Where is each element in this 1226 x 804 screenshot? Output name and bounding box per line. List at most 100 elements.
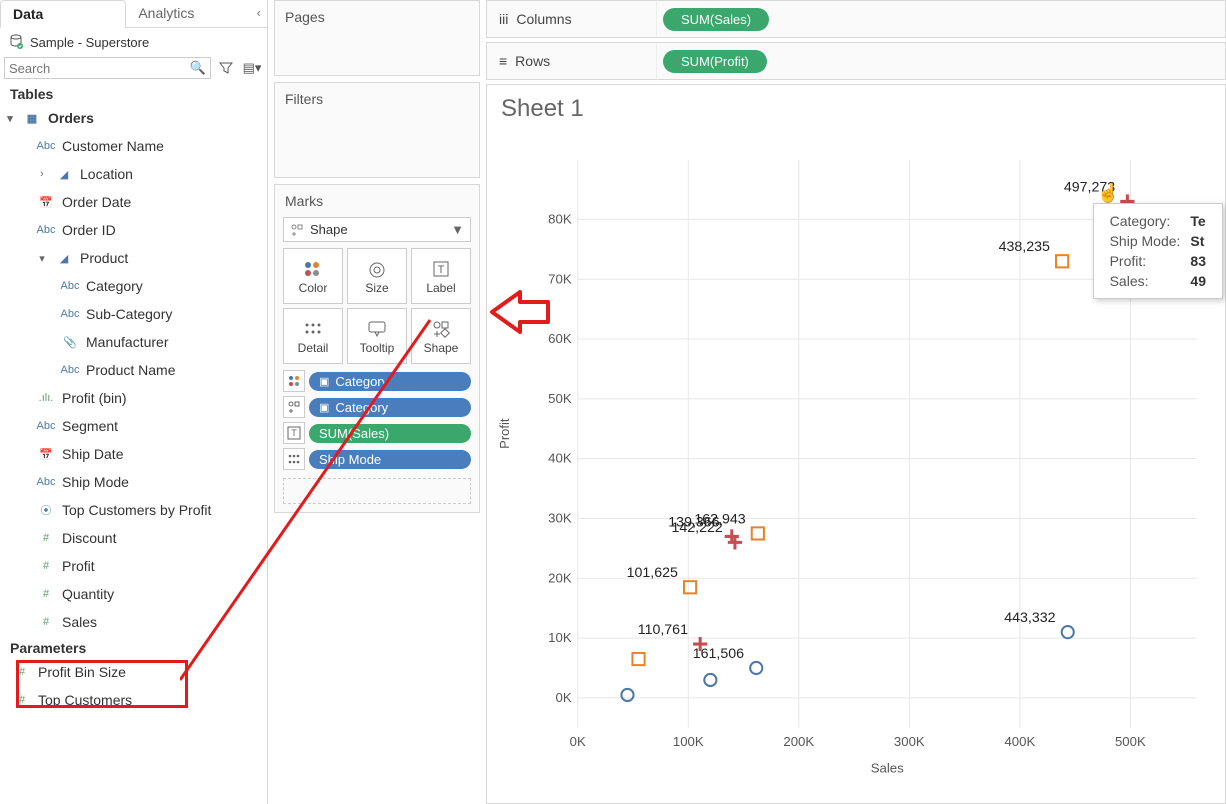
detail-icon	[304, 317, 322, 341]
svg-text:20K: 20K	[548, 570, 572, 585]
viz-canvas: Sheet 1 0K 10K 20K 30K 40K 50K 60K 70K 80K 0K 100K…	[486, 84, 1226, 804]
table-label: Orders	[48, 110, 94, 126]
rows-shelf[interactable]: ≡Rows SUM(Profit)	[486, 42, 1226, 80]
mark-pill-shape-category[interactable]: ▣Category	[283, 396, 471, 418]
svg-text:101,625: 101,625	[627, 565, 678, 581]
svg-text:70K: 70K	[548, 271, 572, 286]
svg-text:100K: 100K	[673, 734, 704, 749]
svg-text:50K: 50K	[548, 391, 572, 406]
svg-text:300K: 300K	[894, 734, 925, 749]
label-pre-icon: T	[283, 422, 305, 444]
label-icon: T	[432, 257, 450, 281]
mark-pill-detail-shipmode[interactable]: Ship Mode	[283, 448, 471, 470]
tab-analytics[interactable]: Analytics	[126, 0, 250, 27]
color-pre-icon	[283, 370, 305, 392]
field-profit[interactable]: #Profit	[2, 552, 267, 580]
field-manufacturer[interactable]: 📎Manufacturer	[2, 328, 267, 356]
svg-text:0K: 0K	[570, 734, 586, 749]
size-icon	[366, 257, 388, 281]
marks-card: Marks Shape ▼ Color Size TLabel Detail T…	[274, 184, 480, 513]
field-discount[interactable]: #Discount	[2, 524, 267, 552]
filters-card[interactable]: Filters	[274, 82, 480, 178]
svg-text:40K: 40K	[548, 451, 572, 466]
field-ship-mode[interactable]: AbcShip Mode	[2, 468, 267, 496]
cursor-icon: ☝	[1097, 183, 1119, 204]
rows-pill-sumprofit[interactable]: SUM(Profit)	[663, 50, 767, 73]
marks-label-button[interactable]: TLabel	[411, 248, 471, 304]
field-order-id[interactable]: AbcOrder ID	[2, 216, 267, 244]
svg-text:80K: 80K	[548, 211, 572, 226]
detail-pre-icon	[283, 448, 305, 470]
field-category[interactable]: AbcCategory	[2, 272, 267, 300]
tables-header: Tables	[0, 80, 267, 104]
shape-pre-icon	[283, 396, 305, 418]
svg-text:200K: 200K	[783, 734, 814, 749]
field-sales[interactable]: #Sales	[2, 608, 267, 636]
datasource-name: Sample - Superstore	[30, 35, 149, 50]
columns-shelf[interactable]: iiiColumns SUM(Sales)	[486, 0, 1226, 38]
table-orders[interactable]: ▾▦Orders	[2, 104, 267, 132]
chevron-down-icon: ▼	[451, 222, 464, 237]
datasource-icon	[8, 34, 24, 50]
marks-tooltip-button[interactable]: Tooltip	[347, 308, 407, 364]
marks-detail-button[interactable]: Detail	[283, 308, 343, 364]
color-icon	[303, 257, 323, 281]
datapoint-tooltip: Category:Te Ship Mode:St Profit:83 Sales…	[1093, 203, 1223, 299]
field-sub-category[interactable]: AbcSub-Category	[2, 300, 267, 328]
field-product-name[interactable]: AbcProduct Name	[2, 356, 267, 384]
search-field-wrap: 🔍	[4, 57, 211, 79]
worksheet-pane: iiiColumns SUM(Sales) ≡Rows SUM(Profit) …	[486, 0, 1226, 804]
svg-text:Sales: Sales	[871, 760, 904, 775]
side-tabs: Data Analytics ‹	[0, 0, 267, 28]
view-mode-icon[interactable]: ▤▾	[241, 57, 263, 79]
pages-title: Pages	[275, 1, 479, 27]
shape-grid-icon	[432, 317, 450, 341]
search-input[interactable]	[9, 61, 190, 76]
mark-pill-label-sumsales[interactable]: TSUM(Sales)	[283, 422, 471, 444]
datasource-row[interactable]: Sample - Superstore	[0, 28, 267, 56]
field-customer-name[interactable]: AbcCustomer Name	[2, 132, 267, 160]
tooltip-icon	[367, 317, 387, 341]
field-ship-date[interactable]: 📅Ship Date	[2, 440, 267, 468]
field-order-date[interactable]: 📅Order Date	[2, 188, 267, 216]
columns-icon: iii	[499, 11, 508, 27]
rows-icon: ≡	[499, 53, 507, 69]
columns-pill-sumsales[interactable]: SUM(Sales)	[663, 8, 769, 31]
marks-drop-target[interactable]	[283, 478, 471, 504]
pages-card[interactable]: Pages	[274, 0, 480, 76]
field-location[interactable]: ›◢Location	[2, 160, 267, 188]
filters-title: Filters	[275, 83, 479, 109]
y-axis-title: Profit	[497, 418, 512, 448]
field-segment[interactable]: AbcSegment	[2, 412, 267, 440]
parameters-header: Parameters	[0, 636, 267, 658]
param-profit-bin-size[interactable]: #Profit Bin Size	[2, 658, 267, 686]
svg-text:30K: 30K	[548, 511, 572, 526]
tab-data[interactable]: Data	[0, 0, 126, 28]
marks-size-button[interactable]: Size	[347, 248, 407, 304]
field-top-customers-set[interactable]: ⦿Top Customers by Profit	[2, 496, 267, 524]
field-quantity[interactable]: #Quantity	[2, 580, 267, 608]
mark-pill-color-category[interactable]: ▣Category	[283, 370, 471, 392]
svg-text:161,506: 161,506	[693, 646, 744, 662]
shape-icon	[290, 223, 304, 237]
data-pane: Data Analytics ‹ Sample - Superstore 🔍 ▤…	[0, 0, 268, 804]
marks-color-button[interactable]: Color	[283, 248, 343, 304]
marks-shape-button[interactable]: Shape	[411, 308, 471, 364]
svg-text:0K: 0K	[556, 690, 572, 705]
search-icon[interactable]: 🔍	[190, 60, 206, 76]
svg-text:60K: 60K	[548, 331, 572, 346]
svg-text:443,332: 443,332	[1004, 610, 1055, 626]
field-profit-bin[interactable]: .ılı.Profit (bin)	[2, 384, 267, 412]
cards-pane: Pages Filters Marks Shape ▼ Color Size T…	[268, 0, 486, 804]
svg-text:438,235: 438,235	[999, 239, 1050, 255]
field-product[interactable]: ▾◢Product	[2, 244, 267, 272]
collapse-pane-icon[interactable]: ‹	[251, 0, 267, 27]
sheet-title[interactable]: Sheet 1	[487, 85, 1225, 133]
mark-type-selector[interactable]: Shape ▼	[283, 217, 471, 242]
svg-text:10K: 10K	[548, 630, 572, 645]
svg-text:T: T	[291, 428, 297, 438]
svg-text:T: T	[438, 264, 445, 276]
param-top-customers[interactable]: #Top Customers	[2, 686, 267, 714]
filter-icon[interactable]	[215, 57, 237, 79]
svg-text:142,222: 142,222	[671, 520, 722, 536]
